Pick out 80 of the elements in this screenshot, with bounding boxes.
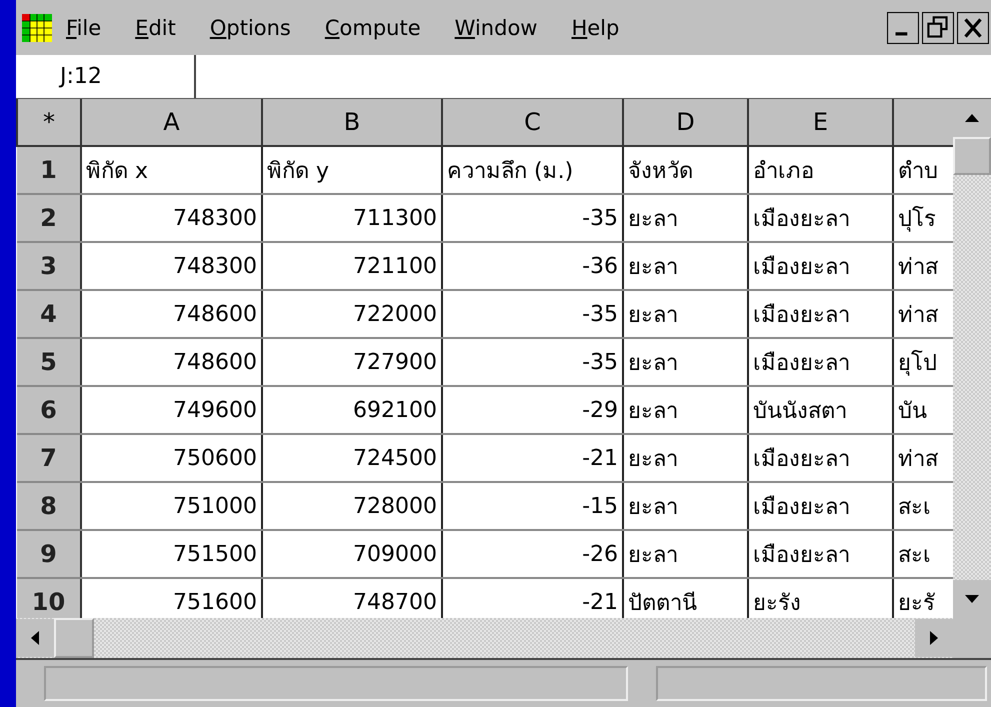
menu-item[interactable]: Window: [454, 16, 538, 40]
row-header[interactable]: 2: [17, 194, 81, 242]
close-icon[interactable]: [957, 12, 989, 44]
table-cell: 750600: [81, 434, 262, 482]
table-cell: เมืองยะลา: [748, 242, 893, 290]
restore-icon[interactable]: [922, 12, 954, 44]
table-cell: -15: [442, 482, 623, 530]
table-cell: 748300: [81, 242, 262, 290]
table-cell: -35: [442, 338, 623, 386]
table-cell: 721100: [262, 242, 442, 290]
table-cell: 727900: [262, 338, 442, 386]
row-header[interactable]: 3: [17, 242, 81, 290]
table-cell: เมืองยะลา: [748, 482, 893, 530]
scroll-right-icon[interactable]: [915, 618, 953, 658]
column-header[interactable]: D: [623, 99, 748, 146]
table-cell: ยะลา: [623, 242, 748, 290]
table-cell: เมืองยะลา: [748, 530, 893, 578]
table-cell: ยะลา: [623, 530, 748, 578]
table-cell: 749600: [81, 386, 262, 434]
table-cell: -21: [442, 434, 623, 482]
row-header[interactable]: 9: [17, 530, 81, 578]
table-cell: -26: [442, 530, 623, 578]
column-header[interactable]: [893, 99, 953, 146]
column-header[interactable]: E: [748, 99, 893, 146]
table-cell: เมืองยะลา: [748, 290, 893, 338]
table-cell: ยะลา: [623, 386, 748, 434]
app-icon: [22, 14, 52, 42]
table-cell: 748600: [81, 290, 262, 338]
table-cell: -35: [442, 194, 623, 242]
table-cell: บันนังสตา: [748, 386, 893, 434]
table-cell: ยะลา: [623, 434, 748, 482]
table-cell: -35: [442, 290, 623, 338]
table-cell: 728000: [262, 482, 442, 530]
table-cell: -29: [442, 386, 623, 434]
scroll-left-icon[interactable]: [16, 618, 54, 658]
table-cell: 724500: [262, 434, 442, 482]
scroll-thumb[interactable]: [953, 137, 991, 175]
row-header[interactable]: 4: [17, 290, 81, 338]
table-cell: ยะลา: [623, 194, 748, 242]
table-cell: เมืองยะลา: [748, 434, 893, 482]
table-cell: พิกัด x: [81, 146, 262, 194]
horizontal-scrollbar[interactable]: [16, 618, 991, 660]
row-header[interactable]: 1: [17, 146, 81, 194]
column-header[interactable]: A: [81, 99, 262, 146]
scroll-down-icon[interactable]: [953, 580, 991, 618]
table-cell: เมืองยะลา: [748, 338, 893, 386]
table-cell: อำเภอ: [748, 146, 893, 194]
table-cell: พิกัด y: [262, 146, 442, 194]
menu-item[interactable]: Compute: [324, 16, 421, 40]
row-header[interactable]: 7: [17, 434, 81, 482]
row-header[interactable]: 8: [17, 482, 81, 530]
table-cell: 751000: [81, 482, 262, 530]
minimize-icon[interactable]: [887, 12, 919, 44]
row-header[interactable]: 10: [17, 578, 81, 618]
table-cell: 711300: [262, 194, 442, 242]
table-cell: -36: [442, 242, 623, 290]
table-cell: เมืองยะลา: [748, 194, 893, 242]
scroll-thumb[interactable]: [54, 618, 94, 658]
menu-item[interactable]: Options: [210, 16, 291, 40]
table-cell: 692100: [262, 386, 442, 434]
table-cell: 722000: [262, 290, 442, 338]
menu-item[interactable]: Help: [571, 16, 620, 40]
table-cell: ยะลา: [623, 482, 748, 530]
menu-item[interactable]: File: [66, 16, 102, 40]
table-cell: ยะลา: [623, 290, 748, 338]
table-cell: ความลึก (ม.): [442, 146, 623, 194]
menu-item[interactable]: Edit: [135, 16, 176, 40]
column-header[interactable]: C: [442, 99, 623, 146]
table-cell: 748600: [81, 338, 262, 386]
select-all-corner[interactable]: *: [17, 99, 81, 146]
column-header[interactable]: B: [262, 99, 442, 146]
table-cell: 709000: [262, 530, 442, 578]
row-header[interactable]: 5: [17, 338, 81, 386]
scroll-up-icon[interactable]: [953, 99, 991, 137]
table-cell: ยะลา: [623, 338, 748, 386]
table-cell: 748300: [81, 194, 262, 242]
table-cell: 751500: [81, 530, 262, 578]
vertical-scrollbar[interactable]: [953, 99, 991, 618]
row-header[interactable]: 6: [17, 386, 81, 434]
table-cell: จังหวัด: [623, 146, 748, 194]
